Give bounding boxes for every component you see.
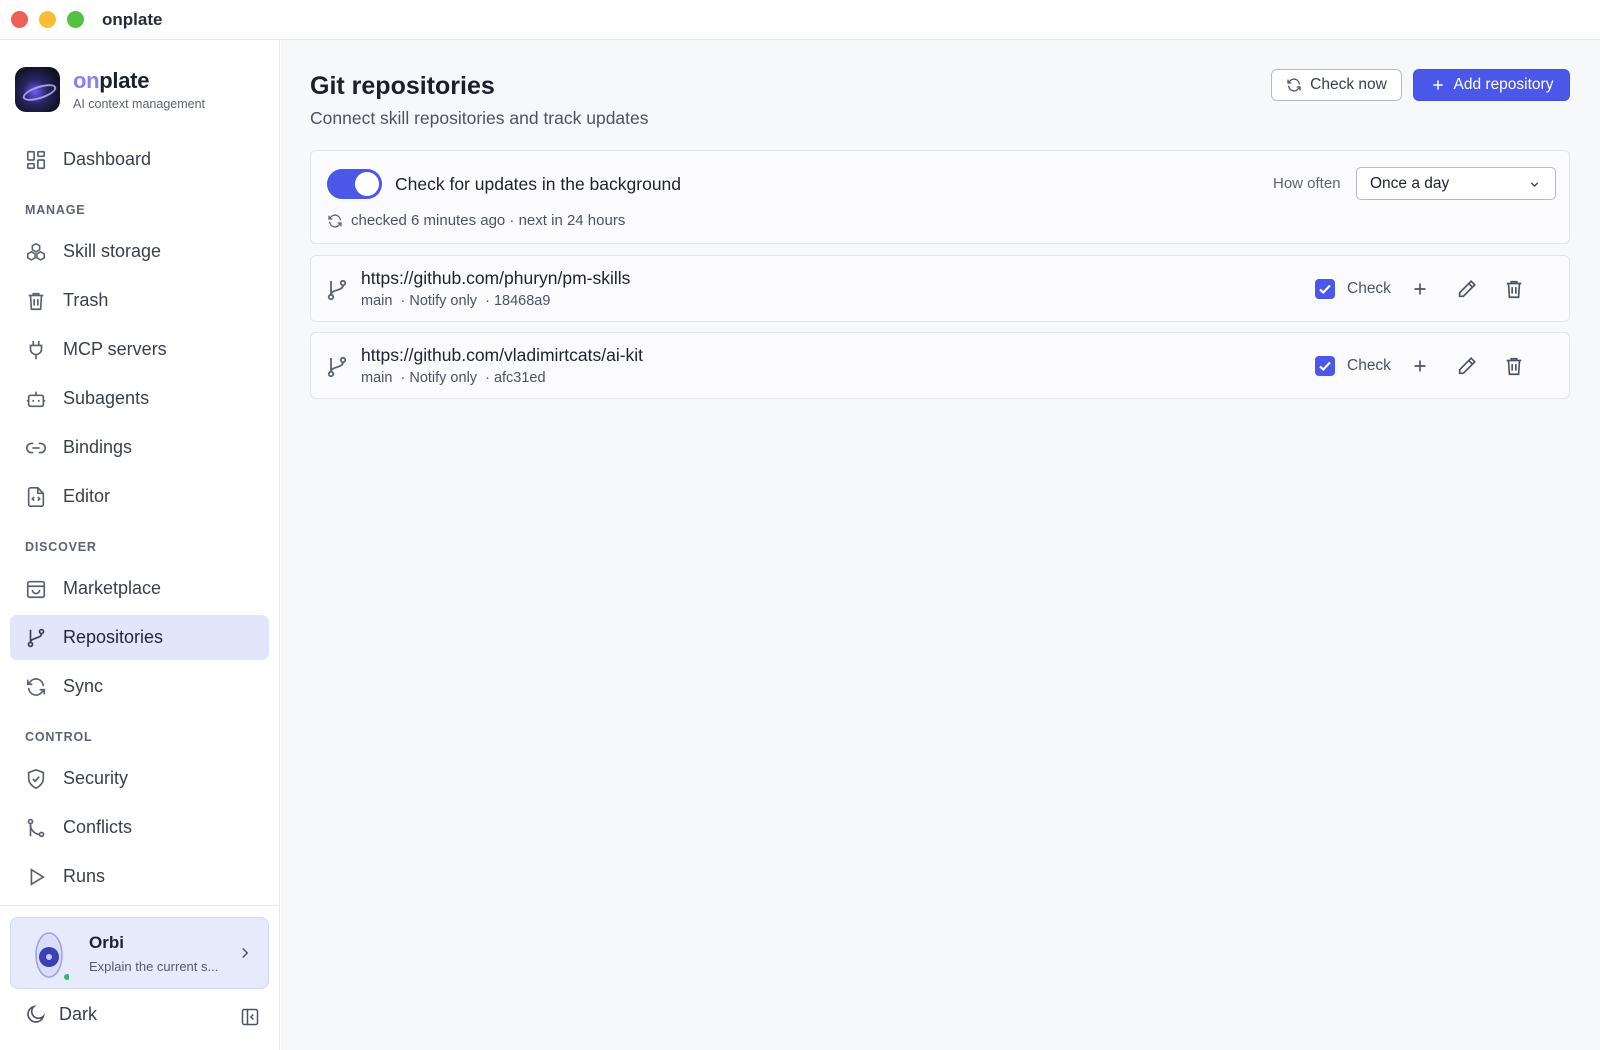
- theme-toggle-label: Dark: [59, 1003, 98, 1024]
- collapse-sidebar-icon[interactable]: [240, 1007, 260, 1027]
- page-subtitle: Connect skill repositories and track upd…: [310, 108, 649, 128]
- repository-check-label: Check: [1347, 280, 1391, 297]
- repository-check-checkbox[interactable]: [1315, 356, 1335, 376]
- repository-url[interactable]: https://github.com/vladimirtcats/ai-kit: [361, 345, 643, 366]
- sidebar-item-label: Trash: [63, 290, 109, 310]
- section-label-manage: MANAGE: [25, 203, 86, 217]
- plug-icon: [29, 340, 43, 359]
- how-often-label: How often: [1273, 175, 1341, 192]
- trash-icon: [28, 292, 44, 310]
- plus-icon: [1432, 80, 1443, 90]
- sidebar-item-bindings[interactable]: Bindings: [10, 425, 269, 470]
- git-branch-icon: [327, 279, 347, 301]
- sidebar-item-label: Security: [63, 768, 129, 788]
- sidebar: onplate AI context management Dashboard …: [0, 40, 280, 1050]
- repository-meta: main · Notify only · afc31ed: [361, 370, 546, 386]
- window-title: onplate: [102, 9, 163, 29]
- sidebar-item-editor[interactable]: Editor: [10, 474, 269, 519]
- background-updates-toggle[interactable]: [327, 169, 382, 199]
- brand-name: onplate: [73, 68, 150, 93]
- section-label-discover: DISCOVER: [25, 540, 97, 554]
- window-titlebar: onplate: [0, 0, 1600, 40]
- sidebar-item-label: Bindings: [63, 437, 133, 457]
- edit-icon[interactable]: [1456, 278, 1478, 300]
- assistant-card[interactable]: Orbi Explain the current s...: [10, 917, 269, 989]
- play-icon: [30, 867, 45, 886]
- checkmark-icon: [1319, 361, 1331, 372]
- refresh-icon: [26, 677, 46, 696]
- git-merge-icon: [27, 818, 45, 837]
- sidebar-item-marketplace[interactable]: Marketplace: [10, 566, 269, 611]
- git-branch-icon: [27, 628, 45, 647]
- main-content: Git repositories Connect skill repositor…: [281, 40, 1600, 1050]
- repository-row: https://github.com/vladimirtcats/ai-kit …: [310, 332, 1570, 399]
- brand: onplate AI context management: [15, 67, 205, 112]
- add-repository-button[interactable]: Add repository: [1413, 69, 1570, 101]
- chevron-down-icon: [1530, 182, 1539, 188]
- sidebar-item-runs[interactable]: Runs: [10, 854, 269, 899]
- sidebar-item-label: Marketplace: [63, 578, 162, 598]
- edit-icon[interactable]: [1456, 355, 1478, 377]
- repository-meta: main · Notify only · 18468a9: [361, 293, 551, 309]
- window-controls: [11, 11, 84, 28]
- page-title: Git repositories: [310, 72, 495, 100]
- sidebar-item-conflicts[interactable]: Conflicts: [10, 805, 269, 850]
- zoom-window-button[interactable]: [67, 11, 84, 28]
- assistant-description: Explain the current s...: [89, 958, 219, 974]
- sidebar-item-label: Sync: [63, 676, 104, 696]
- assistant-avatar: [29, 925, 70, 981]
- sidebar-item-label: Dashboard: [63, 149, 152, 169]
- sidebar-item-skill-storage[interactable]: Skill storage: [10, 229, 269, 274]
- sidebar-item-subagents[interactable]: Subagents: [10, 376, 269, 421]
- background-updates-card: Check for updates in the background chec…: [310, 150, 1570, 244]
- sidebar-item-repositories[interactable]: Repositories: [10, 615, 269, 660]
- add-icon[interactable]: [1409, 355, 1431, 377]
- sidebar-item-mcp-servers[interactable]: MCP servers: [10, 327, 269, 372]
- repository-row: https://github.com/phuryn/pm-skills main…: [310, 255, 1570, 322]
- sidebar-item-trash[interactable]: Trash: [10, 278, 269, 323]
- theme-toggle[interactable]: Dark: [25, 1003, 97, 1025]
- sidebar-item-label: Editor: [63, 486, 111, 506]
- chevron-right-icon: [242, 947, 249, 959]
- assistant-name: Orbi: [89, 932, 124, 952]
- file-code-icon: [27, 486, 45, 507]
- link-icon: [26, 442, 46, 453]
- dashboard-icon: [26, 150, 46, 169]
- refresh-icon: [1287, 78, 1301, 92]
- moon-icon: [27, 1004, 46, 1023]
- sidebar-item-label: Skill storage: [63, 241, 162, 261]
- sidebar-item-label: MCP servers: [63, 339, 167, 359]
- checkmark-icon: [1319, 284, 1331, 295]
- boxes-icon: [26, 242, 46, 261]
- sidebar-item-label: Runs: [63, 866, 106, 886]
- sidebar-divider: [0, 905, 280, 906]
- sidebar-item-security[interactable]: Security: [10, 756, 269, 801]
- update-status: checked 6 minutes ago · next in 24 hours: [327, 212, 625, 229]
- repository-check-checkbox[interactable]: [1315, 279, 1335, 299]
- refresh-icon: [328, 213, 342, 228]
- background-updates-label: Check for updates in the background: [395, 174, 682, 194]
- how-often-select[interactable]: Once a day: [1356, 167, 1556, 200]
- sidebar-item-sync[interactable]: Sync: [10, 664, 269, 709]
- bot-icon: [26, 391, 46, 407]
- repository-check-label: Check: [1347, 357, 1391, 374]
- section-label-control: CONTROL: [25, 730, 93, 744]
- minimize-window-button[interactable]: [39, 11, 56, 28]
- sidebar-item-label: Conflicts: [63, 817, 133, 837]
- git-branch-icon: [327, 356, 347, 378]
- sidebar-item-label: Repositories: [63, 627, 164, 647]
- sidebar-item-dashboard[interactable]: Dashboard: [10, 137, 269, 182]
- shopping-bag-icon: [26, 580, 46, 598]
- delete-icon[interactable]: [1503, 278, 1525, 300]
- repository-url[interactable]: https://github.com/phuryn/pm-skills: [361, 268, 630, 289]
- shield-check-icon: [27, 768, 45, 789]
- check-now-button[interactable]: Check now: [1271, 69, 1402, 101]
- close-window-button[interactable]: [11, 11, 28, 28]
- app-logo: [15, 67, 60, 112]
- add-icon[interactable]: [1409, 278, 1431, 300]
- brand-subtitle: AI context management: [73, 97, 206, 111]
- delete-icon[interactable]: [1503, 355, 1525, 377]
- sidebar-item-label: Subagents: [63, 388, 150, 408]
